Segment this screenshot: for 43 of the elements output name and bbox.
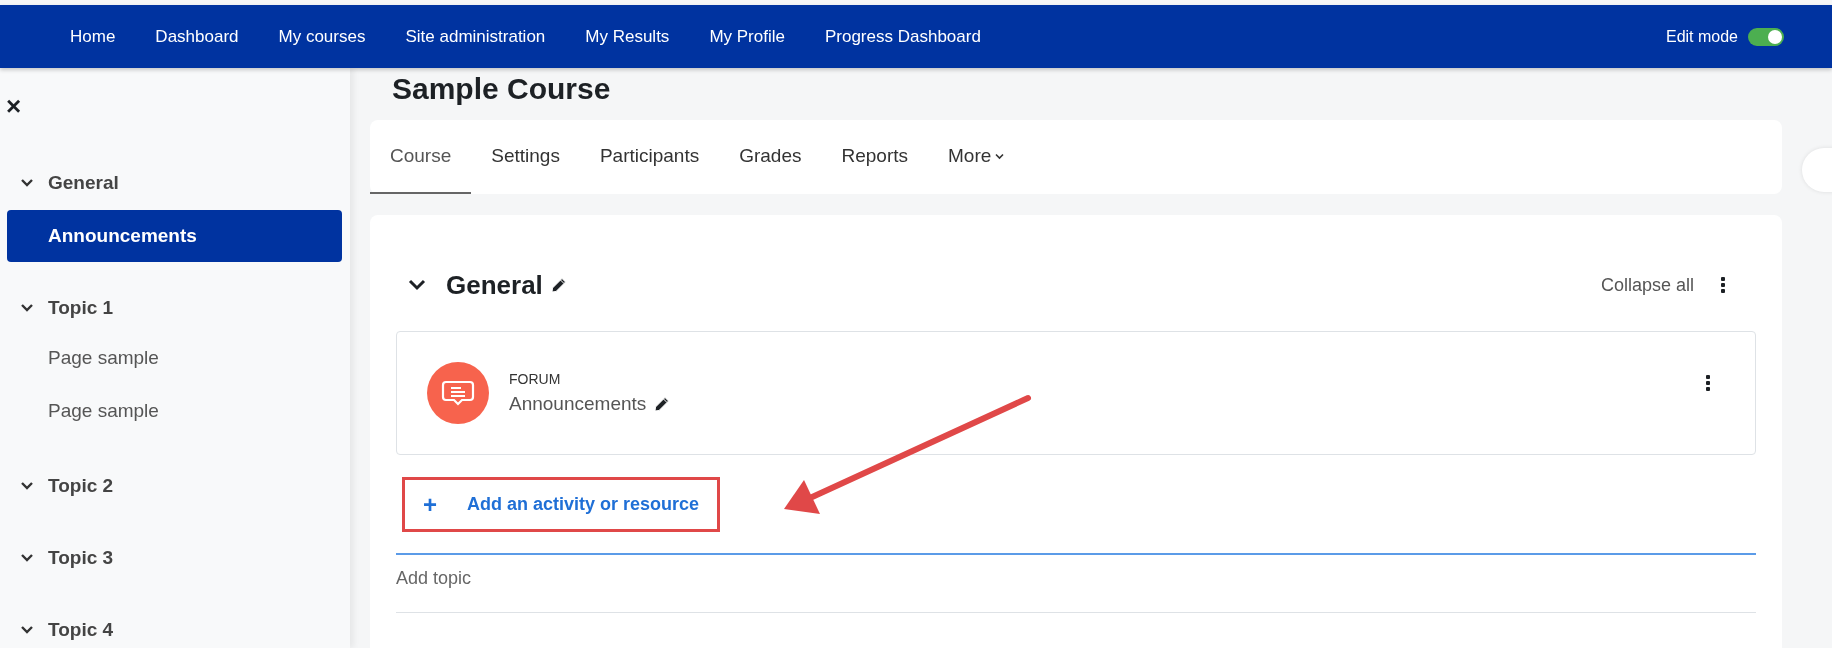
- forum-chat-icon: [427, 362, 489, 424]
- pencil-icon[interactable]: [550, 277, 567, 293]
- chevron-down-icon[interactable]: [20, 625, 34, 635]
- nav-link[interactable]: Site administration: [385, 26, 566, 47]
- chevron-down-icon[interactable]: [20, 178, 34, 188]
- tab[interactable]: Grades: [719, 120, 822, 194]
- tab[interactable]: Reports: [821, 120, 929, 194]
- caret-icon: [995, 152, 1005, 160]
- sidebar-item[interactable]: Page sample: [7, 335, 342, 380]
- add-topic-link[interactable]: Add topic: [396, 568, 1756, 612]
- section-link[interactable]: Topic 3: [48, 547, 114, 569]
- chevron-down-icon[interactable]: [20, 553, 34, 563]
- sidebar-item[interactable]: Page sample: [7, 388, 342, 433]
- section-link[interactable]: General: [48, 172, 119, 194]
- activity-link[interactable]: Announcements: [509, 393, 647, 415]
- nav-link[interactable]: My Results: [565, 26, 690, 47]
- tab[interactable]: Settings: [471, 120, 580, 194]
- tab[interactable]: Participants: [579, 120, 720, 194]
- nav-link[interactable]: My courses: [258, 26, 386, 47]
- close-button[interactable]: ×: [4, 94, 24, 118]
- more-options-icon[interactable]: [1720, 276, 1726, 294]
- sidebar-item[interactable]: Announcements: [7, 210, 342, 262]
- nav-link[interactable]: Progress Dashboard: [804, 26, 1001, 47]
- nav-link[interactable]: Home: [50, 26, 136, 47]
- chevron-down-icon[interactable]: [20, 303, 34, 313]
- edit-mode-label: Edit mode: [1665, 27, 1738, 46]
- course-title: Sample Course: [392, 72, 612, 106]
- section-link[interactable]: Topic 2: [48, 475, 114, 497]
- pencil-icon[interactable]: [654, 396, 671, 412]
- section-link[interactable]: Topic 1: [48, 297, 114, 319]
- chevron-down-icon[interactable]: [408, 279, 426, 291]
- edit-mode-toggle[interactable]: [1748, 27, 1784, 46]
- nav-link[interactable]: Dashboard: [135, 26, 259, 47]
- section-link[interactable]: Topic 4: [48, 619, 114, 641]
- activity-type-label: FORUM: [509, 371, 562, 387]
- section-title: General: [446, 269, 543, 301]
- add-activity-button[interactable]: + Add an activity or resource: [415, 484, 708, 525]
- nav-link[interactable]: My Profile: [689, 26, 805, 47]
- more-options-icon[interactable]: [1705, 374, 1711, 392]
- tab[interactable]: Course: [370, 120, 472, 194]
- tab[interactable]: More: [928, 120, 1025, 194]
- collapse-all-link[interactable]: Collapse all: [1600, 274, 1694, 296]
- chevron-down-icon[interactable]: [20, 481, 34, 491]
